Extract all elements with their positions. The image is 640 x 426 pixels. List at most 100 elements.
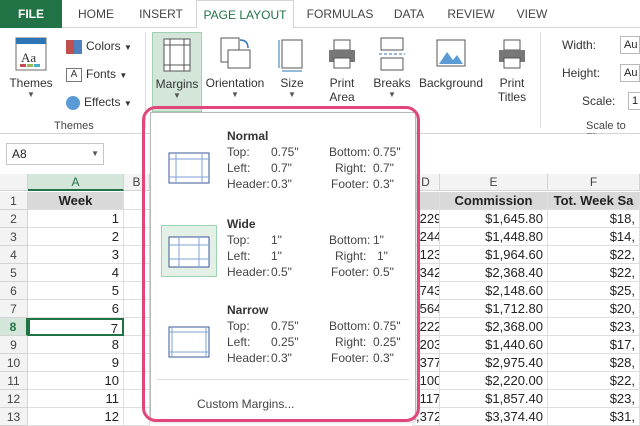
table-cell[interactable]: $1,645.80 [440, 210, 548, 228]
column-header-a[interactable]: A [28, 174, 124, 191]
tab-file[interactable]: FILE [0, 0, 62, 28]
table-cell[interactable]: 10 [28, 372, 124, 390]
table-cell[interactable] [124, 228, 150, 246]
themes-button[interactable]: Aa Themes ▼ [6, 36, 56, 100]
select-all-corner[interactable] [0, 174, 28, 191]
tab-formulas[interactable]: FORMULAS [300, 0, 380, 28]
table-cell[interactable]: $3,374.40 [440, 408, 548, 426]
table-cell[interactable] [124, 300, 150, 318]
colors-button[interactable]: Colors ▼ [66, 36, 132, 56]
header-cell-tot-week-sales[interactable]: Tot. Week Sa [548, 192, 640, 210]
row-header[interactable]: 4 [0, 246, 28, 264]
margins-button[interactable]: Margins ▼ [152, 32, 202, 112]
table-cell[interactable]: $22, [548, 264, 640, 282]
table-cell[interactable]: ,244 [412, 228, 440, 246]
table-cell[interactable]: $1,440.60 [440, 336, 548, 354]
table-cell[interactable]: $23, [548, 318, 640, 336]
fonts-button[interactable]: A Fonts ▼ [66, 64, 127, 84]
table-cell[interactable]: $18, [548, 210, 640, 228]
table-cell[interactable]: $1,964.60 [440, 246, 548, 264]
tab-review[interactable]: REVIEW [440, 0, 502, 28]
table-cell[interactable]: $2,220.00 [440, 372, 548, 390]
table-cell[interactable]: $1,712.80 [440, 300, 548, 318]
table-cell[interactable] [124, 372, 150, 390]
background-button[interactable]: Background [418, 36, 484, 90]
table-cell[interactable]: ,203 [412, 336, 440, 354]
table-cell[interactable] [124, 210, 150, 228]
row-header[interactable]: 5 [0, 264, 28, 282]
table-cell[interactable] [124, 408, 150, 426]
table-cell[interactable] [124, 282, 150, 300]
table-cell[interactable]: $14, [548, 228, 640, 246]
header-cell-d[interactable] [412, 192, 440, 210]
column-header-f[interactable]: F [548, 174, 640, 191]
column-header-b[interactable]: B [124, 174, 150, 191]
table-cell[interactable]: $2,368.40 [440, 264, 548, 282]
column-header-d[interactable]: D [412, 174, 440, 191]
table-cell[interactable] [124, 390, 150, 408]
tab-page-layout[interactable]: PAGE LAYOUT [196, 0, 294, 29]
table-cell[interactable]: $28, [548, 354, 640, 372]
table-cell[interactable] [124, 336, 150, 354]
table-cell[interactable]: $31, [548, 408, 640, 426]
table-cell[interactable]: $20, [548, 300, 640, 318]
row-header[interactable]: 6 [0, 282, 28, 300]
tab-home[interactable]: HOME [68, 0, 124, 28]
print-area-button[interactable]: Print Area [320, 36, 364, 104]
size-button[interactable]: Size ▼ [272, 36, 312, 100]
table-cell[interactable]: 1 [28, 210, 124, 228]
table-cell[interactable]: ,222 [412, 318, 440, 336]
margin-option-wide[interactable]: Wide Top: 1" Bottom: 1" Left: 1" Right: … [157, 211, 409, 295]
selected-cell-a8[interactable]: 7 [28, 318, 124, 336]
margin-option-narrow[interactable]: Narrow Top: 0.75" Bottom: 0.75" Left: 0.… [157, 297, 409, 381]
table-cell[interactable]: $25, [548, 282, 640, 300]
breaks-button[interactable]: Breaks ▼ [372, 36, 412, 100]
table-cell[interactable]: $22, [548, 246, 640, 264]
name-box[interactable]: A8 ▼ [6, 143, 104, 165]
table-cell[interactable]: $23, [548, 390, 640, 408]
table-cell[interactable] [124, 264, 150, 282]
margin-option-normal[interactable]: Normal Top: 0.75" Bottom: 0.75" Left: 0.… [157, 123, 409, 207]
table-cell[interactable] [124, 318, 150, 336]
table-cell[interactable]: ,377 [412, 354, 440, 372]
row-header[interactable]: 7 [0, 300, 28, 318]
table-cell[interactable]: ,117 [412, 390, 440, 408]
height-field[interactable]: Au [620, 64, 640, 82]
table-cell[interactable]: $22, [548, 372, 640, 390]
row-header[interactable]: 2 [0, 210, 28, 228]
table-cell[interactable]: $1,448.80 [440, 228, 548, 246]
table-cell[interactable]: ,372 [412, 408, 440, 426]
row-header[interactable]: 10 [0, 354, 28, 372]
header-cell-week[interactable]: Week [28, 192, 124, 210]
table-cell[interactable]: ,564 [412, 300, 440, 318]
table-cell[interactable]: 3 [28, 246, 124, 264]
row-header[interactable]: 11 [0, 372, 28, 390]
print-titles-button[interactable]: Print Titles [490, 36, 534, 104]
table-cell[interactable]: $2,975.40 [440, 354, 548, 372]
table-cell[interactable]: ,123 [412, 246, 440, 264]
table-cell[interactable] [124, 246, 150, 264]
table-cell[interactable]: $1,857.40 [440, 390, 548, 408]
table-cell[interactable]: 9 [28, 354, 124, 372]
custom-margins-item[interactable]: Custom Margins... [197, 397, 294, 411]
row-header[interactable]: 8 [0, 318, 28, 336]
width-field[interactable]: Au [620, 36, 640, 54]
table-cell[interactable]: 5 [28, 282, 124, 300]
row-header[interactable]: 13 [0, 408, 28, 426]
row-header[interactable]: 9 [0, 336, 28, 354]
table-cell[interactable]: 11 [28, 390, 124, 408]
table-cell[interactable]: 6 [28, 300, 124, 318]
table-cell[interactable]: 2 [28, 228, 124, 246]
table-cell[interactable]: ,229 [412, 210, 440, 228]
tab-insert[interactable]: INSERT [130, 0, 192, 28]
tab-data[interactable]: DATA [384, 0, 434, 28]
orientation-button[interactable]: Orientation ▼ [204, 36, 266, 100]
table-cell[interactable] [124, 192, 150, 210]
table-cell[interactable]: $2,368.00 [440, 318, 548, 336]
row-header[interactable]: 12 [0, 390, 28, 408]
table-cell[interactable]: $17, [548, 336, 640, 354]
table-cell[interactable] [124, 354, 150, 372]
table-cell[interactable]: ,342 [412, 264, 440, 282]
row-header[interactable]: 1 [0, 192, 28, 210]
table-cell[interactable]: 8 [28, 336, 124, 354]
